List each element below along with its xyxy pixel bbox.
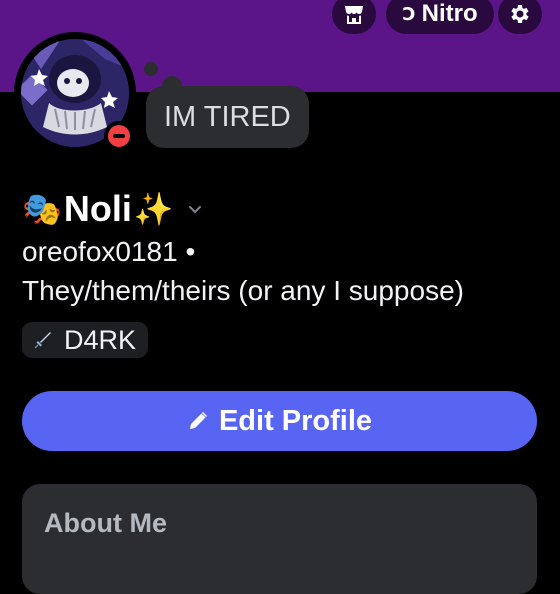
edit-profile-label: Edit Profile <box>218 404 373 437</box>
server-tag[interactable]: D4RK <box>22 322 149 358</box>
dnd-status-icon <box>108 125 130 147</box>
performing-arts-emoji: 🎭 <box>22 191 62 227</box>
username[interactable]: oreofox0181 • <box>22 236 195 268</box>
display-name-row[interactable]: 🎭 Noli ✨ <box>22 186 204 232</box>
gear-icon <box>511 5 529 23</box>
pronouns: They/them/theirs (or any I suppose) <box>22 275 464 306</box>
about-me-card: About Me <box>22 484 537 594</box>
status-bubble-dot <box>144 62 158 76</box>
nitro-button[interactable]: Ↄ Nitro <box>386 0 494 34</box>
chevron-down-icon[interactable] <box>186 200 204 218</box>
sword-icon <box>34 332 51 349</box>
pencil-icon <box>189 412 207 429</box>
nitro-label: Nitro <box>421 0 478 27</box>
display-name: Noli <box>63 188 132 229</box>
shop-icon <box>345 6 363 24</box>
edit-profile-button[interactable]: Edit Profile <box>22 391 537 451</box>
status-indicator <box>104 121 134 151</box>
about-me-title: About Me <box>44 508 167 538</box>
custom-status[interactable]: IM TIRED <box>146 86 309 148</box>
server-tag-label: D4RK <box>64 324 137 355</box>
sparkles-emoji: ✨ <box>133 191 174 227</box>
nitro-icon: Ↄ <box>402 3 416 24</box>
